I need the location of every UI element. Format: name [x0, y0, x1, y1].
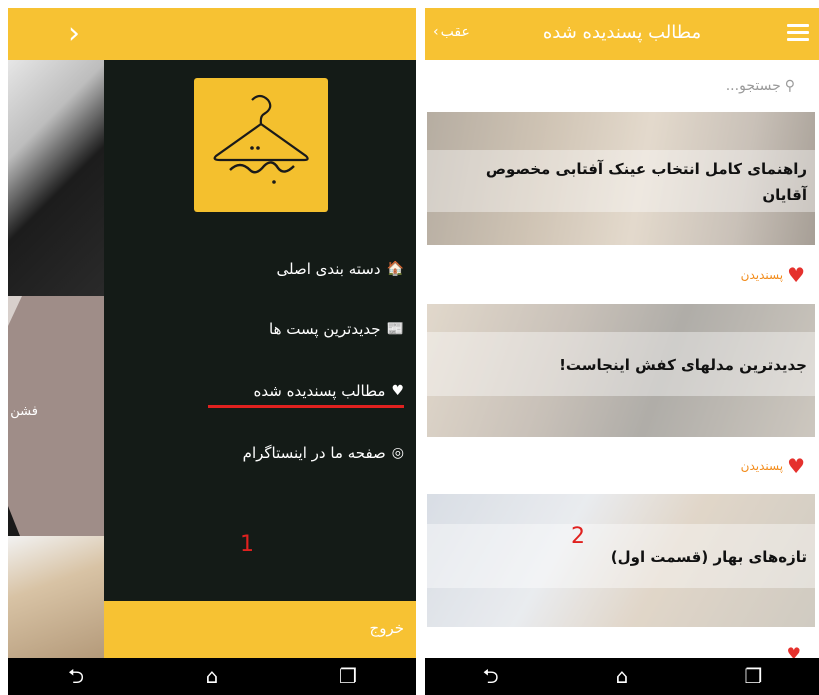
menu-item-label: دسته بندی اصلی: [276, 260, 381, 278]
search-placeholder: جستجو...: [725, 78, 781, 94]
app-logo: [194, 78, 328, 212]
chevron-right-icon[interactable]: ›: [68, 18, 80, 50]
recents-icon[interactable]: ❐: [328, 658, 368, 695]
heart-icon: ♥: [787, 263, 805, 287]
highlight-underline: [208, 405, 404, 408]
menu-item-instagram[interactable]: ◎ صفحه ما در اینستاگرام: [243, 444, 404, 462]
annotation-number: 2: [571, 524, 585, 549]
post-card[interactable]: جدیدترین مدلهای کفش اینجاست!: [427, 304, 815, 437]
heart-icon: ♥: [391, 383, 404, 399]
hanger-logo-icon: [213, 94, 309, 184]
post-title: جدیدترین مدلهای کفش اینجاست!: [559, 356, 807, 374]
menu-item-liked-posts[interactable]: ♥ مطالب پسندیده شده: [254, 382, 404, 400]
background-image-1: [8, 60, 104, 296]
system-nav-bar: ⮌ ⌂ ❐: [8, 658, 416, 695]
post-title: تازه‌های بهار (قسمت اول): [610, 548, 807, 566]
search-icon: ⚲: [784, 78, 795, 94]
heart-icon: ♥: [787, 454, 805, 478]
background-app: › فشن آ: [8, 8, 104, 658]
image-corner: [8, 296, 22, 326]
post-card[interactable]: تازه‌های بهار (قسمت اول): [427, 494, 815, 627]
app-header: ‹ عقب مطالب پسندیده شده: [425, 8, 819, 60]
post-card[interactable]: راهنمای کامل انتخاب عینک آفتابی مخصوص آق…: [427, 112, 815, 245]
search-input[interactable]: ⚲ جستجو...: [726, 78, 795, 94]
like-label: پسندیدن: [740, 268, 784, 282]
background-image-3: [8, 536, 104, 658]
exit-button[interactable]: خروج: [104, 601, 416, 658]
exit-label: خروج: [369, 619, 404, 637]
background-caption: فشن آ: [8, 404, 38, 419]
screen-left: › فشن آ 🏠 دسته بندی اصلی 📰: [8, 8, 416, 695]
back-icon[interactable]: ⮌: [471, 658, 511, 695]
home-nav-icon[interactable]: ⌂: [602, 658, 642, 695]
menu-item-label: مطالب پسندیده شده: [253, 382, 386, 400]
like-button[interactable]: ♥ پسندیدن: [741, 265, 805, 285]
drawer-header: [104, 8, 416, 60]
hamburger-menu-icon[interactable]: [787, 24, 809, 42]
like-label: پسندیدن: [740, 459, 784, 473]
system-nav-bar: ⮌ ⌂ ❐: [425, 658, 819, 695]
menu-item-label: صفحه ما در اینستاگرام: [242, 444, 386, 462]
annotation-number: 1: [240, 532, 254, 557]
instagram-icon: ◎: [391, 445, 404, 461]
recents-icon[interactable]: ❐: [733, 658, 773, 695]
search-bar[interactable]: ⚲ جستجو...: [425, 60, 819, 112]
home-nav-icon[interactable]: ⌂: [192, 658, 232, 695]
back-icon[interactable]: ⮌: [56, 658, 96, 695]
menu-item-label: جدیدترین پست ها: [269, 320, 381, 338]
screen-right: ‹ عقب مطالب پسندیده شده ⚲ جستجو... راهنم…: [425, 8, 819, 695]
image-corner: [8, 506, 20, 536]
home-icon: 🏠: [386, 261, 404, 277]
menu-item-main-categories[interactable]: 🏠 دسته بندی اصلی: [277, 260, 404, 278]
menu-item-latest-posts[interactable]: 📰 جدیدترین پست ها: [269, 320, 404, 338]
background-header: ›: [8, 8, 104, 60]
post-title: راهنمای کامل انتخاب عینک آفتابی مخصوص آق…: [485, 160, 807, 204]
like-button[interactable]: ♥ پسندیدن: [741, 456, 805, 476]
newspaper-icon: 📰: [386, 321, 404, 337]
page-title: مطالب پسندیده شده: [542, 22, 702, 43]
navigation-drawer: 🏠 دسته بندی اصلی 📰 جدیدترین پست ها ♥ مطا…: [104, 8, 416, 658]
